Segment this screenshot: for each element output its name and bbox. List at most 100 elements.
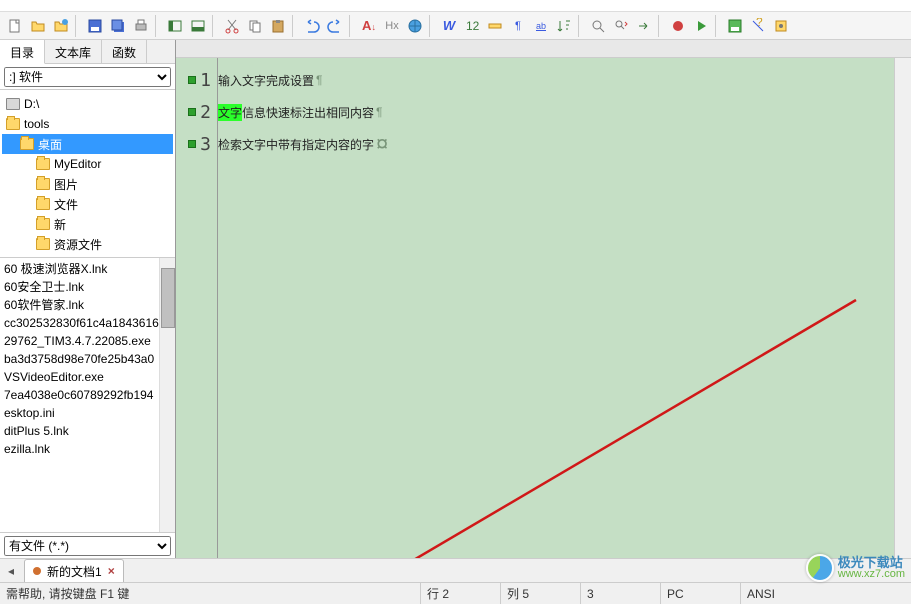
undo-button[interactable] bbox=[301, 15, 323, 37]
text-content[interactable]: 输入文字完成设置¶ 文字信息快速标注出相同内容¶ 检索文字中带有指定内容的字¤ bbox=[218, 58, 894, 558]
file-row[interactable]: esktop.ini bbox=[4, 404, 171, 422]
folder-icon bbox=[36, 218, 50, 230]
file-row[interactable]: 7ea4038e0c60789292fb194 bbox=[4, 386, 171, 404]
menu-bar[interactable] bbox=[0, 0, 911, 12]
replace-button[interactable] bbox=[610, 15, 632, 37]
file-list-scrollbar[interactable] bbox=[159, 258, 175, 532]
find-button[interactable] bbox=[587, 15, 609, 37]
tab-scroll-left-icon[interactable]: ◂ bbox=[4, 564, 18, 578]
svg-text:12: 12 bbox=[466, 19, 480, 33]
redo-button[interactable] bbox=[324, 15, 346, 37]
sidebar: 目录 文本库 函数 :] 软件 D:\ tools 桌面MyEditor图片文件新资… bbox=[0, 40, 176, 558]
pilcrow-icon: ¶ bbox=[376, 105, 382, 119]
toggle-panel-button[interactable] bbox=[164, 15, 186, 37]
font-color-button[interactable]: A↓ bbox=[358, 15, 380, 37]
line-number-button[interactable]: 12 bbox=[461, 15, 483, 37]
file-row[interactable]: VSVideoEditor.exe bbox=[4, 368, 171, 386]
line-text: 检索文字中带有指定内容的字 bbox=[218, 136, 374, 153]
toolbar-separator bbox=[429, 15, 435, 37]
watermark: 极光下载站 www.xz7.com bbox=[806, 554, 905, 582]
toolbar-separator bbox=[155, 15, 161, 37]
line-gutter[interactable]: 1 2 3 bbox=[176, 58, 218, 558]
tree-item[interactable]: 文件 bbox=[2, 194, 173, 214]
play-macro-button[interactable] bbox=[690, 15, 712, 37]
document-tab[interactable]: 新的文档1 × bbox=[24, 559, 124, 583]
file-filter-select[interactable]: 有文件 (*.*) bbox=[4, 536, 171, 556]
folder-icon bbox=[36, 238, 50, 250]
tree-item[interactable]: 桌面 bbox=[2, 134, 173, 154]
toolbar-separator bbox=[715, 15, 721, 37]
record-macro-button[interactable] bbox=[667, 15, 689, 37]
status-mode: PC bbox=[660, 583, 740, 604]
whitespace-button[interactable]: ¶ bbox=[507, 15, 529, 37]
document-tab-label: 新的文档1 bbox=[47, 563, 102, 580]
line-number: 2 bbox=[200, 102, 211, 123]
copy-button[interactable] bbox=[244, 15, 266, 37]
new-file-button[interactable] bbox=[4, 15, 26, 37]
save-all-button[interactable] bbox=[107, 15, 129, 37]
goto-button[interactable] bbox=[633, 15, 655, 37]
file-row[interactable]: 60 极速浏览器X.lnk bbox=[4, 260, 171, 278]
line-number: 1 bbox=[200, 70, 211, 91]
file-row[interactable]: cc302532830f61c4a1843616 bbox=[4, 314, 171, 332]
output-panel-button[interactable] bbox=[187, 15, 209, 37]
file-row[interactable]: ba3d3758d98e70fe25b43a0 bbox=[4, 350, 171, 368]
toolbar-separator bbox=[212, 15, 218, 37]
change-marker-icon bbox=[188, 108, 196, 116]
settings-button[interactable] bbox=[770, 15, 792, 37]
watermark-url: www.xz7.com bbox=[838, 569, 905, 580]
save-button[interactable] bbox=[84, 15, 106, 37]
eof-icon: ¤ bbox=[376, 131, 388, 157]
drive-icon bbox=[6, 98, 20, 110]
tree-item-label: tools bbox=[24, 117, 49, 131]
folder-tree[interactable]: D:\ tools 桌面MyEditor图片文件新资源文件 bbox=[0, 90, 175, 258]
editor-area: 1 2 3 输入文字完成设置¶ 文字信息快速标注出相同内容¶ 检索文字中带有指定… bbox=[176, 40, 911, 558]
save-session-button[interactable] bbox=[724, 15, 746, 37]
close-tab-icon[interactable]: × bbox=[108, 564, 115, 578]
tree-item[interactable]: 资源文件 bbox=[2, 234, 173, 254]
help-button[interactable]: ? bbox=[747, 15, 769, 37]
drive-select[interactable]: :] 软件 bbox=[4, 67, 171, 87]
tree-item[interactable]: MyEditor bbox=[2, 154, 173, 174]
line-number: 3 bbox=[200, 134, 211, 155]
hex-button[interactable]: Hx bbox=[381, 15, 403, 37]
change-marker-icon bbox=[188, 76, 196, 84]
open-remote-button[interactable] bbox=[50, 15, 72, 37]
file-row[interactable]: 60安全卫士.lnk bbox=[4, 278, 171, 296]
change-marker-icon bbox=[188, 140, 196, 148]
tree-item-label: 新 bbox=[54, 216, 66, 233]
file-row[interactable]: 29762_TIM3.4.7.22085.exe bbox=[4, 332, 171, 350]
sidebar-tab-snippets[interactable]: 文本库 bbox=[45, 40, 102, 63]
ruler-button[interactable] bbox=[484, 15, 506, 37]
open-file-button[interactable] bbox=[27, 15, 49, 37]
sidebar-tab-directory[interactable]: 目录 bbox=[0, 40, 45, 64]
paste-button[interactable] bbox=[267, 15, 289, 37]
tree-item[interactable]: 新 bbox=[2, 214, 173, 234]
editor-vscrollbar[interactable] bbox=[894, 58, 911, 558]
sidebar-tab-functions[interactable]: 函数 bbox=[102, 40, 147, 63]
file-row[interactable]: 60软件管家.lnk bbox=[4, 296, 171, 314]
highlighted-text: 文字 bbox=[218, 104, 242, 121]
toolbar-separator bbox=[75, 15, 81, 37]
tree-item-label: D:\ bbox=[24, 97, 39, 111]
status-bar: 需帮助, 请按键盘 F1 键 行 2 列 5 3 PC ANSI bbox=[0, 582, 911, 604]
line-text: 输入文字完成设置 bbox=[218, 72, 314, 89]
tree-item-label: 资源文件 bbox=[54, 236, 102, 253]
spell-button[interactable]: ab bbox=[530, 15, 552, 37]
file-list[interactable]: 60 极速浏览器X.lnk60安全卫士.lnk60软件管家.lnkcc30253… bbox=[0, 258, 175, 532]
print-button[interactable] bbox=[130, 15, 152, 37]
scroll-thumb[interactable] bbox=[161, 268, 175, 328]
tree-item[interactable]: D:\ bbox=[2, 94, 173, 114]
sort-button[interactable] bbox=[553, 15, 575, 37]
file-row[interactable]: ditPlus 5.lnk bbox=[4, 422, 171, 440]
tree-item[interactable]: 图片 bbox=[2, 174, 173, 194]
tree-item[interactable]: tools bbox=[2, 114, 173, 134]
browser-button[interactable] bbox=[404, 15, 426, 37]
cut-button[interactable] bbox=[221, 15, 243, 37]
toolbar-separator bbox=[658, 15, 664, 37]
modified-indicator-icon bbox=[33, 567, 41, 575]
status-help-text: 需帮助, 请按键盘 F1 键 bbox=[0, 585, 420, 602]
pilcrow-icon: ¶ bbox=[316, 73, 322, 87]
wordwrap-button[interactable]: W bbox=[438, 15, 460, 37]
file-row[interactable]: ezilla.lnk bbox=[4, 440, 171, 458]
